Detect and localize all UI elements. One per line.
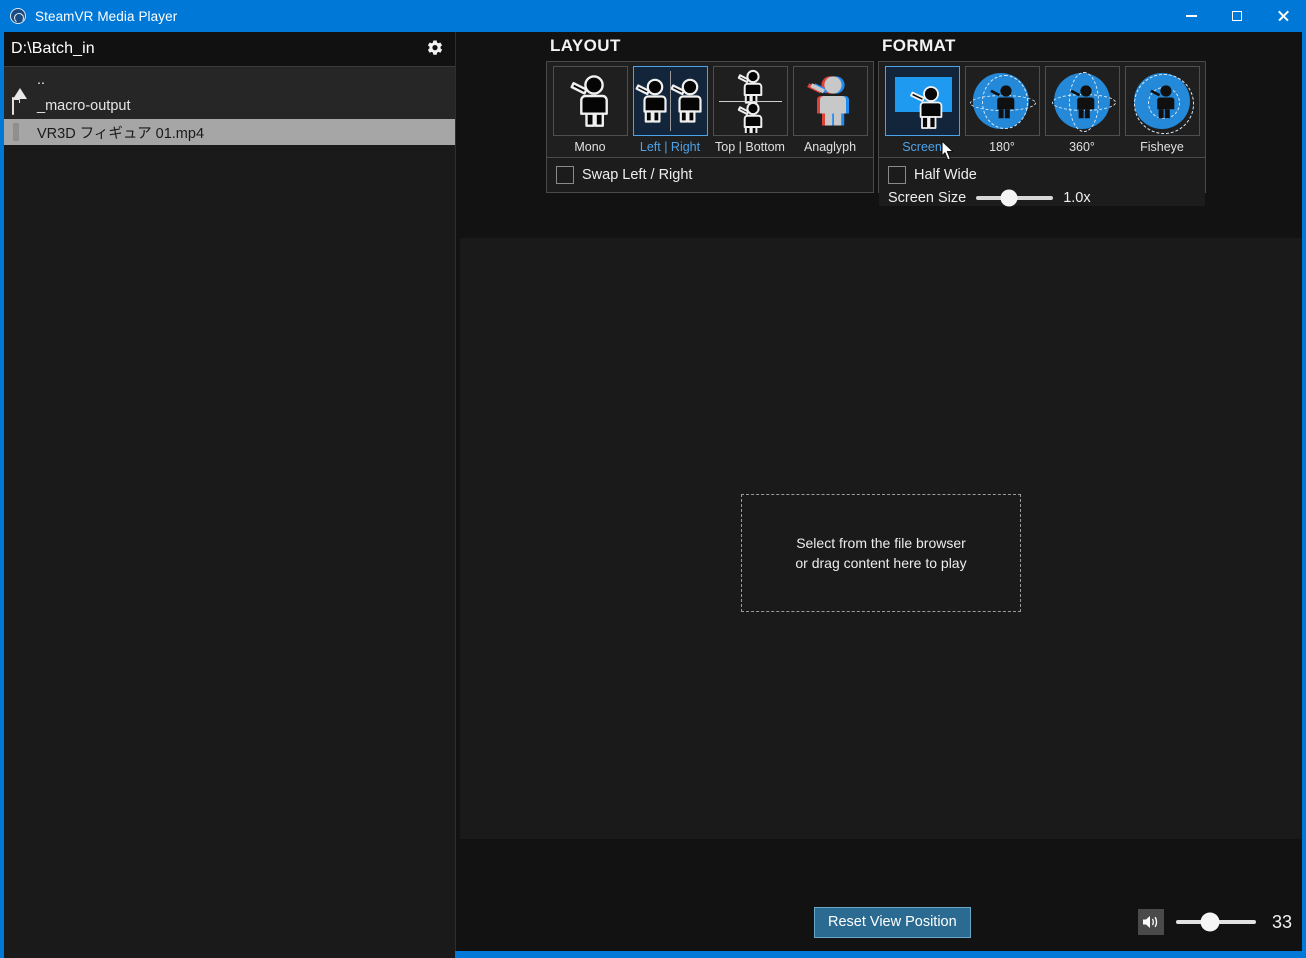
layout-tile-anaglyph[interactable]: Anaglyph — [792, 66, 868, 157]
close-icon — [1277, 10, 1289, 22]
layout-tile-label: Left | Right — [639, 140, 701, 154]
layout-group: LAYOUT Mono Left | Right Top | Bottom An… — [546, 36, 874, 193]
hemisphere-180-icon — [964, 66, 1040, 136]
list-item-label: _macro-output — [37, 98, 131, 114]
close-button[interactable] — [1260, 0, 1306, 32]
layout-tile-label: Mono — [574, 140, 606, 154]
minimize-button[interactable] — [1168, 0, 1214, 32]
maximize-icon — [1232, 11, 1242, 21]
format-tile-fisheye[interactable]: Fisheye — [1124, 66, 1200, 157]
gear-icon-glyph — [427, 40, 443, 55]
sphere-360-icon — [1044, 66, 1120, 136]
application-window: SteamVR Media Player D:\Batch_in .. _mac… — [0, 0, 1306, 958]
format-tile-label: 360° — [1069, 140, 1095, 154]
half-wide-checkbox[interactable] — [888, 166, 906, 184]
swap-left-right-label: Swap Left / Right — [582, 167, 693, 183]
mouse-pointer-icon — [941, 140, 955, 161]
settings-strip: LAYOUT Mono Left | Right Top | Bottom An… — [456, 32, 1302, 232]
side-by-side-person-icon — [632, 66, 708, 136]
layout-tile-label: Top | Bottom — [715, 140, 785, 154]
anaglyph-person-icon — [792, 66, 868, 136]
horizontal-divider — [718, 101, 782, 102]
layout-tile-mono[interactable]: Mono — [552, 66, 628, 157]
drop-zone-line-2: or drag content here to play — [795, 555, 967, 571]
vertical-divider — [670, 71, 671, 131]
layout-tile-top-bottom[interactable]: Top | Bottom — [712, 66, 788, 157]
file-browser-panel: D:\Batch_in .. _macro-output VR3D フィギュア … — [4, 32, 456, 958]
list-item[interactable]: _macro-output — [4, 93, 455, 119]
bottom-control-bar: Reset View Position 33 — [456, 839, 1302, 951]
anaglyph-person-glyph — [807, 76, 849, 126]
list-item[interactable]: .. — [4, 67, 455, 99]
fisheye-icon — [1124, 66, 1200, 136]
reset-view-position-button[interactable]: Reset View Position — [814, 907, 971, 938]
list-item-label: VR3D フィギュア 01.mp4 — [37, 125, 205, 142]
list-item-label: .. — [37, 72, 46, 88]
swap-left-right-option[interactable]: Swap Left / Right — [547, 158, 873, 184]
format-tile-180[interactable]: 180° — [964, 66, 1040, 157]
list-item[interactable]: VR3D フィギュア 01.mp4 — [4, 119, 455, 145]
person-180-glyph — [989, 85, 1014, 119]
volume-control: 33 — [1138, 909, 1292, 935]
file-list-empty-area — [4, 145, 455, 958]
screen-size-slider[interactable] — [976, 189, 1054, 207]
video-viewport[interactable]: Select from the file browser or drag con… — [460, 238, 1302, 868]
screen-size-row: Screen Size 1.0x — [879, 184, 1205, 207]
window-controls — [1168, 0, 1306, 32]
speaker-icon-glyph — [1143, 916, 1158, 928]
drop-zone-line-1: Select from the file browser — [796, 535, 966, 551]
screen-person-glyph — [909, 86, 942, 129]
screen-size-label: Screen Size — [888, 190, 967, 206]
volume-value: 33 — [1271, 911, 1292, 932]
minimize-icon — [1185, 15, 1197, 17]
steamvr-logo-icon — [10, 8, 26, 24]
swap-left-right-checkbox[interactable] — [556, 166, 574, 184]
maximize-button[interactable] — [1214, 0, 1260, 32]
person-360-glyph — [1069, 85, 1094, 119]
title-bar: SteamVR Media Player — [0, 0, 1306, 32]
layout-tile-label: Anaglyph — [803, 140, 857, 154]
layout-group-title: LAYOUT — [550, 36, 621, 55]
format-tile-label: 180° — [989, 140, 1015, 154]
format-tile-row: Screen 180° 360° Fisheye — [879, 62, 1205, 158]
main-pane: LAYOUT Mono Left | Right Top | Bottom An… — [456, 32, 1302, 951]
layout-tile-left-right[interactable]: Left | Right — [632, 66, 708, 157]
file-list[interactable]: .. _macro-output VR3D フィギュア 01.mp4 — [4, 67, 455, 145]
format-tile-label: Fisheye — [1140, 140, 1184, 154]
half-wide-option[interactable]: Half Wide — [879, 158, 1205, 184]
up-arrow-icon — [12, 72, 30, 99]
layout-tile-row: Mono Left | Right Top | Bottom Anaglyph — [547, 62, 873, 158]
current-path-label: D:\Batch_in — [11, 40, 95, 57]
folder-icon — [12, 97, 30, 115]
screen-size-slider-knob[interactable] — [1000, 189, 1018, 207]
gear-icon[interactable] — [425, 39, 445, 59]
file-browser-header: D:\Batch_in — [4, 32, 455, 67]
volume-slider[interactable] — [1176, 912, 1256, 932]
mono-person-icon — [552, 66, 628, 136]
window-title: SteamVR Media Player — [35, 8, 178, 24]
speaker-icon[interactable] — [1138, 909, 1164, 935]
format-group: FORMAT Screen 180° 360° Fisheye Half Wid… — [878, 36, 1206, 207]
half-wide-label: Half Wide — [914, 167, 977, 183]
flat-screen-icon — [884, 66, 960, 136]
volume-slider-knob[interactable] — [1200, 912, 1220, 932]
drop-zone[interactable]: Select from the file browser or drag con… — [741, 494, 1021, 612]
format-group-box: Screen 180° 360° Fisheye Half Wide Scree… — [878, 61, 1206, 207]
mouse-pointer-glyph — [941, 140, 954, 161]
screen-size-value: 1.0x — [1063, 190, 1091, 206]
film-icon — [12, 123, 30, 141]
format-group-title: FORMAT — [882, 36, 956, 55]
format-tile-360[interactable]: 360° — [1044, 66, 1120, 157]
over-under-person-icon — [712, 66, 788, 136]
format-tile-label: Screen — [902, 140, 942, 154]
mono-person-glyph — [570, 75, 608, 127]
person-fisheye-glyph — [1149, 85, 1174, 119]
layout-group-box: Mono Left | Right Top | Bottom Anaglyph … — [546, 61, 874, 193]
